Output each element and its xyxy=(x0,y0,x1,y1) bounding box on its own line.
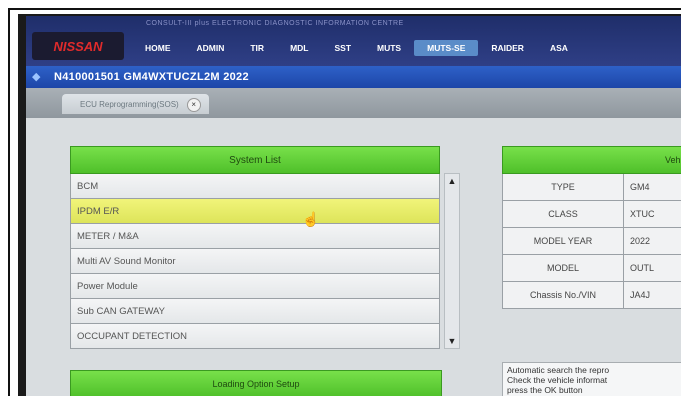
tab-ecu-reprogramming[interactable]: ECU Reprogramming(SOS) × xyxy=(62,94,209,114)
brand-logo[interactable]: NISSAN xyxy=(32,32,124,60)
instruction-message-line: press the OK button xyxy=(507,385,583,395)
nav-item-mdl[interactable]: MDL xyxy=(277,40,321,56)
system-list-rows: BCM IPDM E/R METER / M&A Multi AV Sound Mon… xyxy=(70,174,440,349)
nav-item-sst[interactable]: SST xyxy=(321,40,364,56)
nav-item-muts[interactable]: MUTS xyxy=(364,40,414,56)
system-list-scrollbar[interactable]: ▲ ▼ xyxy=(444,173,460,349)
vehicle-info-row: TYPE GM4 xyxy=(502,174,681,201)
top-navigation: CONSULT-III plus ELECTRONIC DIAGNOSTIC I… xyxy=(26,16,681,66)
vehicle-info-row: CLASS XTUC xyxy=(502,201,681,228)
brand-logo-text: NISSAN xyxy=(53,38,103,54)
instruction-message-line: Automatic search the repro xyxy=(507,365,610,375)
system-list-header: System List xyxy=(70,146,440,174)
system-list-item[interactable]: Sub CAN GATEWAY xyxy=(70,299,440,324)
vehicle-info-key: Chassis No./VIN xyxy=(503,282,624,308)
vehicle-info-value: OUTL xyxy=(630,263,655,273)
instruction-message-line: Check the vehicle informat xyxy=(507,375,608,385)
tab-bar: ECU Reprogramming(SOS) × xyxy=(26,88,681,118)
nav-item-home[interactable]: HOME xyxy=(132,40,184,56)
nav-item-asa[interactable]: ASA xyxy=(537,40,581,56)
nav-item-raider[interactable]: RAIDER xyxy=(478,40,537,56)
window-title: N410001501 GM4WXTUCZL2M 2022 xyxy=(54,71,249,83)
system-list-item[interactable]: Multi AV Sound Monitor xyxy=(70,249,440,274)
tab-label: ECU Reprogramming(SOS) xyxy=(80,99,179,109)
vehicle-info-rows: TYPE GM4 CLASS XTUC MODEL YEAR 2022 MODEL OUTL C… xyxy=(502,174,681,309)
vehicle-info-value: JA4J xyxy=(630,290,651,300)
vehicle-info-key: MODEL YEAR xyxy=(503,228,624,254)
window-title-bar: ◆ N410001501 GM4WXTUCZL2M 2022 xyxy=(26,66,681,88)
instruction-message: Automatic search the repro Check the vehi… xyxy=(502,362,681,396)
vehicle-info-value: GM4 xyxy=(630,182,650,192)
window-icon: ◆ xyxy=(32,71,41,83)
nav-item-muts-se[interactable]: MUTS-SE xyxy=(414,40,479,56)
system-list-item[interactable]: IPDM E/R xyxy=(70,199,440,224)
nav-item-tir[interactable]: TIR xyxy=(237,40,277,56)
system-list: System List BCM IPDM E/R METER / M&A Multi … xyxy=(70,146,440,349)
screen: CONSULT-III plus ELECTRONIC DIAGNOSTIC I… xyxy=(26,16,681,396)
system-list-item[interactable]: OCCUPANT DETECTION xyxy=(70,324,440,349)
vehicle-info-row: Chassis No./VIN JA4J xyxy=(502,282,681,309)
scroll-up-icon[interactable]: ▲ xyxy=(445,174,459,188)
vehicle-info-key: CLASS xyxy=(503,201,624,227)
system-list-item[interactable]: METER / M&A xyxy=(70,224,440,249)
nav-item-admin[interactable]: ADMIN xyxy=(184,40,238,56)
vehicle-info-table: Vehic TYPEGM4CLASSXTUCMODEL YEAR2022MODE… xyxy=(502,146,681,309)
vehicle-info-value: 2022 xyxy=(630,236,651,246)
vehicle-info-key: MODEL xyxy=(503,255,624,281)
main-content: System List BCM IPDM E/R METER / M&A Multi … xyxy=(26,118,681,396)
vehicle-info-key: TYPE xyxy=(503,174,624,200)
vehicle-info-row: MODEL OUTL xyxy=(502,255,681,282)
app-banner-text: CONSULT-III plus ELECTRONIC DIAGNOSTIC I… xyxy=(146,20,404,27)
vehicle-info-header: Vehic xyxy=(502,146,681,174)
system-list-item[interactable]: Power Module xyxy=(70,274,440,299)
vehicle-info-row: MODEL YEAR 2022 xyxy=(502,228,681,255)
close-tab-icon[interactable]: × xyxy=(186,98,201,112)
loading-option-setup-button[interactable]: Loading Option Setup xyxy=(70,370,442,396)
scroll-down-icon[interactable]: ▼ xyxy=(445,334,459,348)
system-list-item[interactable]: BCM xyxy=(70,174,440,199)
nav-menu: HOME ADMIN TIR MDL SST MUTS MUTS-SE RAIDER ASA xyxy=(132,40,581,56)
mouse-pointer-icon: ☝ xyxy=(302,211,320,227)
vehicle-info-value: XTUC xyxy=(630,209,655,219)
